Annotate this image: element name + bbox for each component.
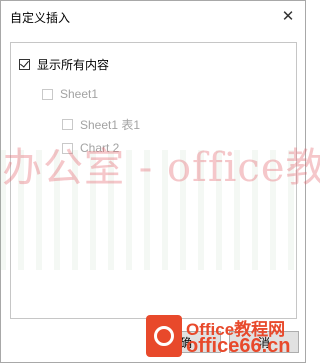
tree-item-sheet1-table1: Sheet1 表1 [62, 115, 140, 133]
cancel-button[interactable]: 消 [229, 331, 299, 353]
content-tree: 显示所有内容 Sheet1 Sheet1 表1 Chart 2 [10, 42, 297, 319]
ok-button[interactable]: 确 [151, 331, 221, 353]
show-all-checkbox[interactable] [19, 57, 30, 70]
tree-item-sheet1: Sheet1 [42, 85, 98, 103]
sheet1-table1-checkbox [62, 118, 73, 130]
show-all-label: 显示所有内容 [37, 57, 110, 72]
dialog-title: 自定义插入 [10, 11, 71, 25]
tree-item-chart2: Chart 2 [62, 139, 119, 157]
chart2-label: Chart 2 [80, 141, 120, 155]
dialog-footer: 确 消 [1, 319, 305, 364]
close-icon[interactable]: ✕ [277, 5, 299, 27]
sheet1-label: Sheet1 [60, 87, 99, 101]
sheet1-checkbox [42, 88, 53, 100]
tree-item-show-all[interactable]: 显示所有内容 [19, 55, 109, 73]
checkmark-icon [20, 57, 29, 68]
title-bar: 自定义插入 ✕ [1, 1, 305, 33]
custom-insert-dialog: 自定义插入 ✕ 显示所有内容 Sheet1 Sheet1 表1 Chart 2 … [0, 0, 306, 363]
sheet1-table1-label: Sheet1 表1 [80, 117, 141, 132]
chart2-checkbox [62, 142, 73, 154]
